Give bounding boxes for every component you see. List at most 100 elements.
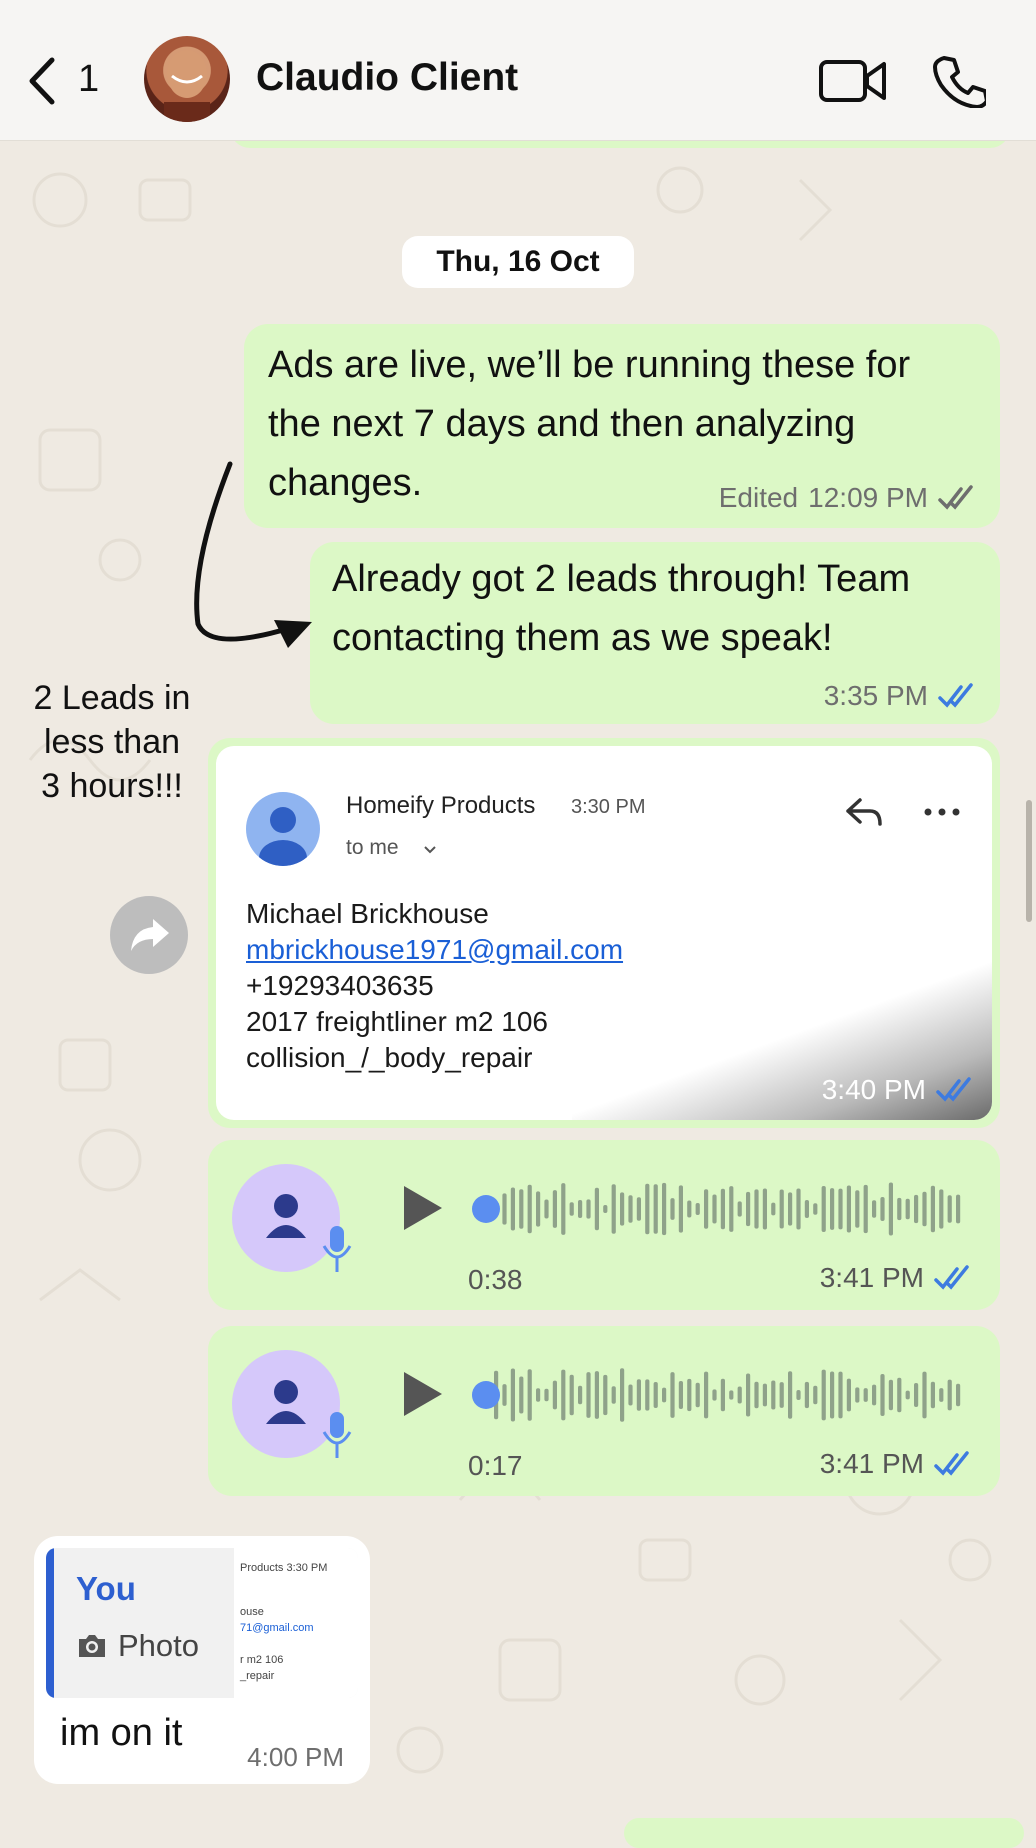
waveform-bar bbox=[729, 1186, 734, 1232]
waveform-bar bbox=[746, 1373, 751, 1417]
waveform-bar bbox=[561, 1183, 566, 1235]
playhead[interactable] bbox=[472, 1195, 500, 1223]
double-check-icon bbox=[934, 1265, 969, 1290]
waveform bbox=[472, 1368, 961, 1422]
waveform-bar bbox=[578, 1200, 583, 1218]
double-check-icon bbox=[938, 683, 973, 708]
message-text: im on it bbox=[60, 1712, 183, 1754]
forward-icon bbox=[131, 919, 169, 951]
message-leads[interactable]: Already got 2 leads through! Team contac… bbox=[310, 542, 1000, 724]
waveform-bar bbox=[544, 1388, 549, 1402]
waveform-bar bbox=[594, 1187, 599, 1231]
waveform-bar bbox=[754, 1381, 759, 1409]
voice-message[interactable]: 0:17 3:41 PM bbox=[208, 1326, 1000, 1496]
waveform-bar bbox=[872, 1200, 877, 1218]
waveform-bar bbox=[569, 1202, 574, 1216]
waveform-bar bbox=[872, 1384, 877, 1406]
waveform-bar bbox=[586, 1372, 591, 1418]
waveform-bar bbox=[956, 1383, 961, 1407]
quote-type: Photo bbox=[76, 1628, 199, 1664]
waveform-bar bbox=[569, 1374, 574, 1416]
waveform-bar bbox=[544, 1199, 549, 1219]
video-camera-icon bbox=[819, 60, 886, 102]
waveform-bar bbox=[670, 1372, 675, 1418]
waveform-bar bbox=[939, 1388, 944, 1402]
annotation-line: less than bbox=[43, 723, 181, 761]
forward-button[interactable] bbox=[110, 896, 188, 974]
waveform-bar bbox=[527, 1369, 532, 1421]
quote-author: You bbox=[76, 1570, 136, 1607]
waveform-bar bbox=[813, 1203, 818, 1215]
back-button[interactable] bbox=[24, 56, 84, 106]
email-screenshot[interactable]: Homeify Products 3:30 PM to me Michael B… bbox=[216, 746, 992, 1120]
waveform-bar bbox=[905, 1390, 910, 1400]
waveform-bar bbox=[670, 1198, 675, 1220]
waveform-bar bbox=[603, 1374, 608, 1416]
waveform-bar bbox=[729, 1390, 734, 1400]
voice-message[interactable]: 0:38 3:41 PM bbox=[208, 1140, 1000, 1310]
annotation-text: 2 Leads in less than 3 hours!!! bbox=[14, 676, 210, 808]
waveform-bar bbox=[720, 1378, 725, 1412]
waveform-bar bbox=[510, 1368, 515, 1422]
waveform-bar bbox=[662, 1182, 667, 1236]
unread-count[interactable]: 1 bbox=[78, 58, 99, 101]
message-meta: 3:41 PM bbox=[820, 1448, 974, 1480]
waveform-bar bbox=[804, 1199, 809, 1219]
waveform-bar bbox=[788, 1192, 793, 1226]
play-icon[interactable] bbox=[398, 1368, 446, 1420]
waveform-bar bbox=[687, 1378, 692, 1412]
video-call-button[interactable] bbox=[818, 56, 888, 106]
waveform-bar bbox=[939, 1189, 944, 1229]
reply-icon bbox=[846, 798, 882, 826]
waveform-bar bbox=[628, 1384, 633, 1406]
waveform-bar bbox=[552, 1190, 557, 1228]
waveform-bar bbox=[678, 1185, 683, 1233]
message-time: 3:41 PM bbox=[819, 1448, 924, 1479]
quote-type-label: Photo bbox=[118, 1628, 200, 1663]
double-check-icon bbox=[934, 1451, 969, 1476]
thumb-line: ouse bbox=[240, 1606, 264, 1618]
message-line: Already got 2 leads through! Team bbox=[332, 558, 911, 600]
waveform-bar bbox=[645, 1379, 650, 1411]
microphone-icon bbox=[322, 1226, 352, 1272]
waveform-bar bbox=[510, 1187, 515, 1231]
waveform-bar bbox=[594, 1371, 599, 1419]
waveform-bar bbox=[846, 1378, 851, 1412]
waveform-bar bbox=[762, 1188, 767, 1230]
message-incoming-reply[interactable]: You Photo Products 3:30 PM ouse 71@gmail… bbox=[34, 1536, 370, 1784]
waveform bbox=[472, 1182, 961, 1236]
play-icon[interactable] bbox=[398, 1182, 446, 1234]
thumb-line: r m2 106 bbox=[240, 1654, 284, 1666]
more-icon bbox=[924, 808, 960, 816]
quoted-message[interactable]: You Photo Products 3:30 PM ouse 71@gmail… bbox=[46, 1548, 358, 1698]
message-meta: 3:40 PM bbox=[822, 1074, 976, 1106]
scrollbar[interactable] bbox=[1026, 800, 1032, 922]
waveform-bar bbox=[502, 1384, 507, 1406]
thumb-line: _repair bbox=[240, 1670, 275, 1682]
double-check-icon bbox=[938, 485, 973, 510]
message-time: 12:09 PM bbox=[808, 482, 928, 513]
waveform-bar bbox=[645, 1183, 650, 1235]
waveform-bar bbox=[771, 1380, 776, 1410]
annotation-line: 2 Leads in bbox=[33, 679, 191, 717]
waveform-bar bbox=[603, 1204, 608, 1214]
playhead[interactable] bbox=[472, 1381, 500, 1409]
voice-call-button[interactable] bbox=[930, 52, 989, 109]
waveform-bar bbox=[930, 1381, 935, 1409]
contact-avatar[interactable] bbox=[144, 36, 230, 122]
email-recipient: to me bbox=[346, 836, 399, 859]
contact-name[interactable]: Claudio Client bbox=[256, 56, 518, 100]
waveform-bar bbox=[880, 1373, 885, 1417]
message-time: 3:35 PM bbox=[823, 680, 928, 711]
waveform-bar bbox=[922, 1371, 927, 1419]
waveform-bar bbox=[888, 1379, 893, 1411]
waveform-bar bbox=[586, 1199, 591, 1219]
waveform-bar bbox=[754, 1189, 759, 1229]
chevron-left-icon bbox=[29, 57, 55, 105]
waveform-bar bbox=[737, 1386, 742, 1404]
quote-bar bbox=[46, 1548, 54, 1698]
lead-phone: +19293403635 bbox=[246, 970, 434, 1001]
lead-email-link[interactable]: mbrickhouse1971@gmail.com bbox=[246, 932, 623, 968]
thumb-line: Products 3:30 PM bbox=[240, 1562, 328, 1574]
message-ads-live[interactable]: Ads are live, we’ll be running these for… bbox=[244, 324, 1000, 528]
